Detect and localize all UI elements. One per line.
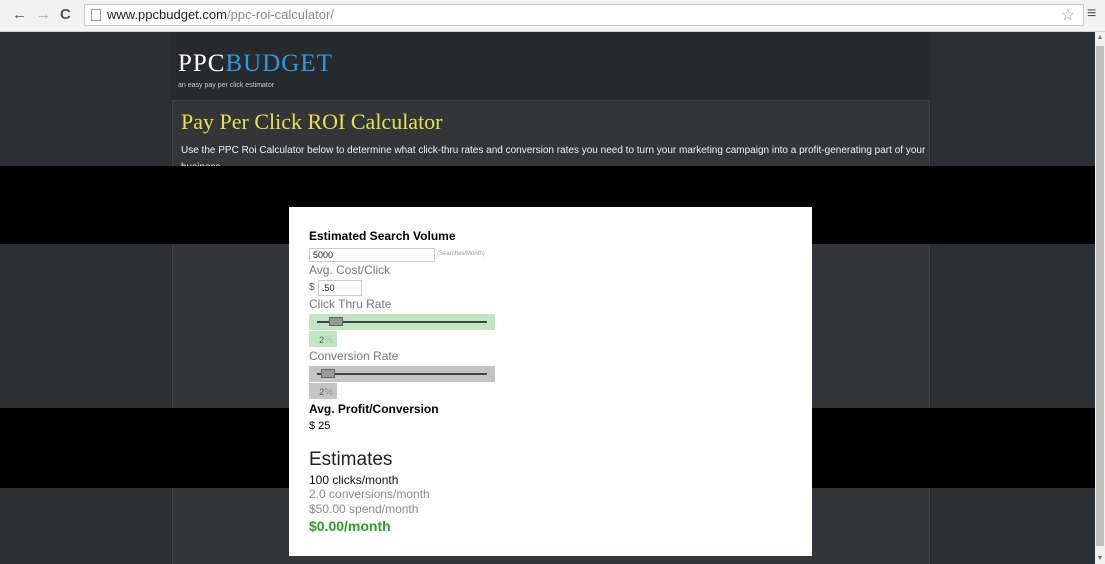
ctr-slider-handle[interactable] [329,317,343,326]
site-logo[interactable]: PPCBUDGET [178,50,333,78]
click-thru-rate-slider[interactable] [309,314,495,330]
scroll-up-icon[interactable]: ▲ [1095,34,1105,41]
estimated-conversions: 2.0 conversions/month [309,487,430,501]
reload-icon[interactable]: C [60,6,71,24]
estimated-clicks: 100 clicks/month [309,473,399,487]
search-volume-units: (Searches/Month) [437,251,485,257]
back-arrow-icon[interactable]: ← [12,6,27,24]
page-icon [91,9,101,21]
conversion-slider-handle[interactable] [321,369,335,378]
forward-arrow-icon[interactable]: → [36,6,51,24]
roi-calculator: Estimated Search Volume (Searches/Month)… [289,207,812,556]
url-text: www.ppcbudget.com/ppc-roi-calculator/ [107,7,334,22]
conversion-percent-symbol: % [324,387,333,398]
browser-menu-icon[interactable]: ≡ [1087,5,1096,23]
cost-currency-symbol: $ [309,282,315,293]
page-title: Pay Per Click ROI Calculator [181,109,443,134]
browser-toolbar: ← → C www.ppcbudget.com/ppc-roi-calculat… [0,0,1105,32]
url-host: www.ppcbudget.com [107,7,227,22]
profit-per-conversion-value: $ 25 [309,420,331,432]
estimates-heading: Estimates [309,449,393,470]
cost-per-click-label: Avg. Cost/Click [309,263,391,277]
estimated-profit: $0.00/month [309,518,391,534]
site-tagline: an easy pay per click estimator [178,82,275,89]
url-path: /ppc-roi-calculator/ [226,7,334,22]
search-volume-input[interactable] [309,248,435,262]
cost-per-click-input[interactable] [318,280,362,296]
logo-ppc: PPC [178,50,226,77]
conversion-rate-label: Conversion Rate [309,349,399,363]
logo-budget: BUDGET [225,50,333,77]
estimated-spend: $50.00 spend/month [309,502,419,516]
conversion-slider-track [317,373,487,375]
scrollbar-thumb[interactable] [1096,46,1104,546]
bookmark-star-icon[interactable]: ☆ [1061,5,1075,25]
page-scrollbar[interactable]: ▲ ▼ [1095,32,1105,564]
profit-per-conversion-label: Avg. Profit/Conversion [309,402,439,416]
click-thru-rate-label: Click Thru Rate [309,297,392,311]
ctr-percent-display: 2% [309,331,337,347]
ctr-percent-symbol: % [324,335,333,346]
conversion-rate-slider[interactable] [309,366,495,382]
address-bar[interactable]: www.ppcbudget.com/ppc-roi-calculator/ ☆ [84,4,1084,26]
scroll-down-icon[interactable]: ▼ [1095,555,1105,562]
conversion-percent-display: 2% [309,383,337,399]
search-volume-label: Estimated Search Volume [309,229,456,243]
